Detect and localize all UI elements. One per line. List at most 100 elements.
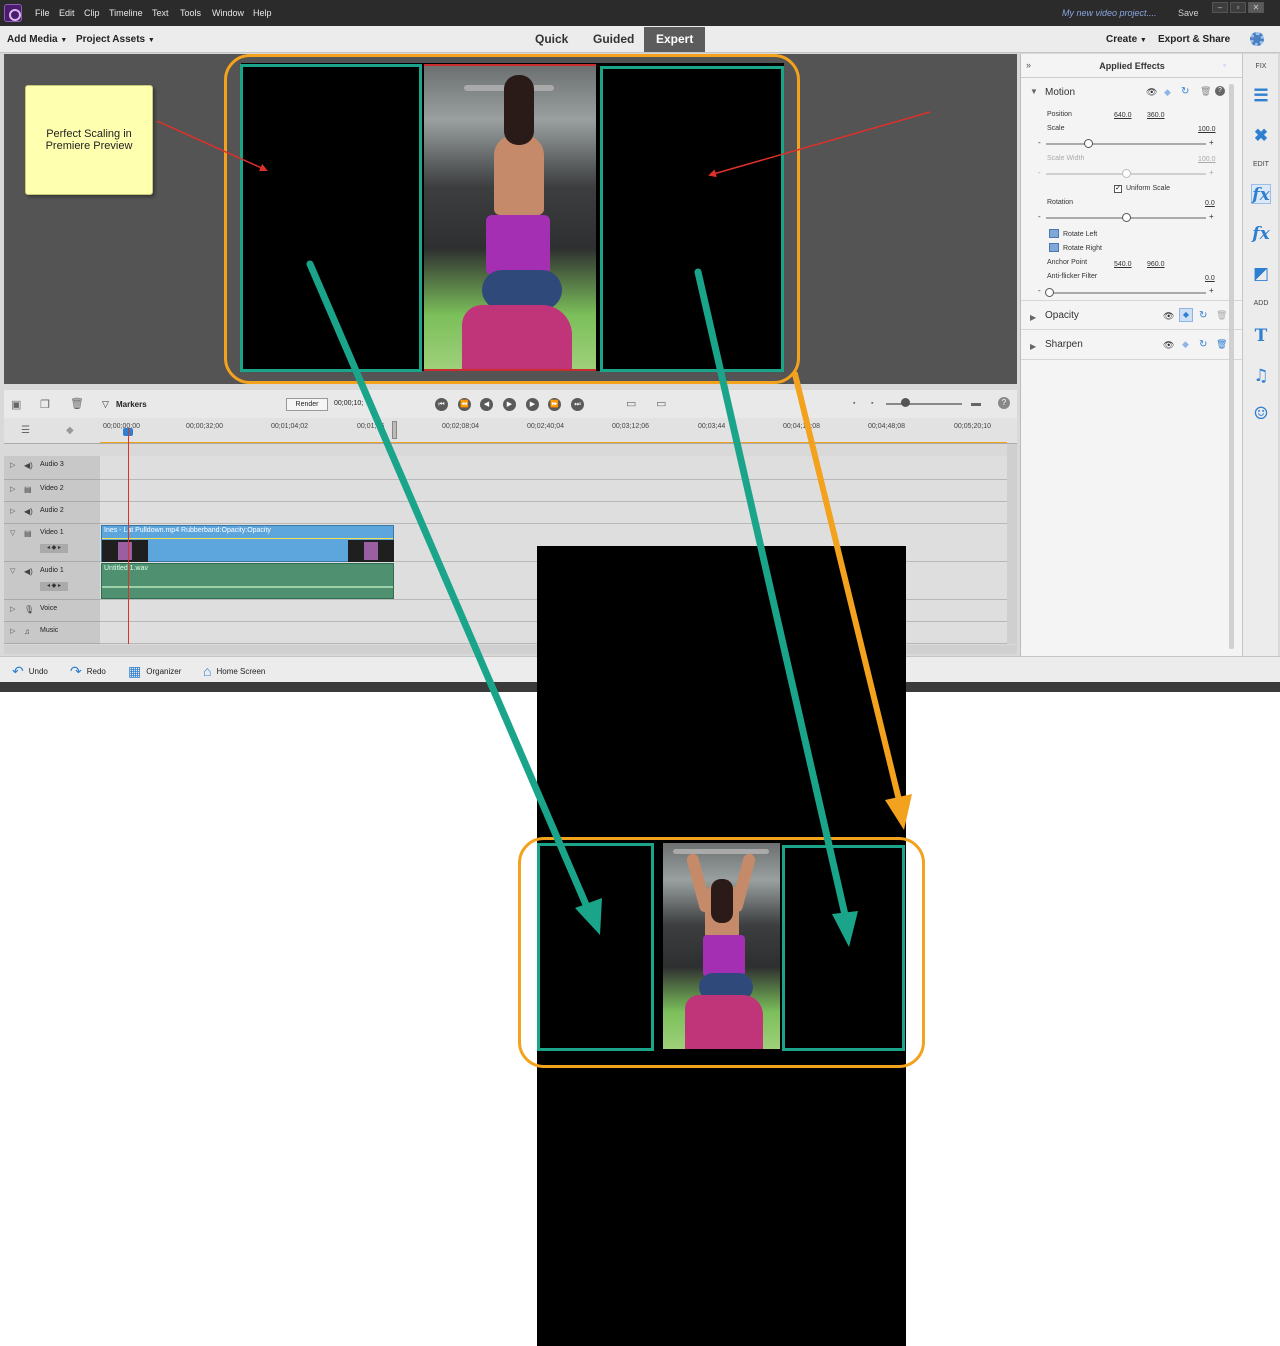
go-to-end-icon[interactable]: ⏭ (571, 398, 584, 411)
microphone-icon[interactable]: 🎙 (24, 605, 34, 614)
trash-icon[interactable]: 🗑 (1216, 310, 1227, 321)
keyframe-icon[interactable]: ◆ (1179, 308, 1193, 322)
work-area-end-handle[interactable] (392, 421, 397, 439)
expand-icon[interactable]: ▷ (10, 605, 15, 613)
film-icon[interactable]: ▤ (24, 529, 32, 538)
track-lane-video2[interactable] (100, 480, 1007, 502)
speaker-icon[interactable]: ◀) (24, 567, 33, 576)
sharpen-effect-row[interactable]: ▶ Sharpen 👁 ◆ ↻ 🗑 (1021, 330, 1243, 360)
menu-text[interactable]: Text (152, 8, 169, 18)
rotate-right-icon[interactable] (1049, 243, 1059, 252)
monitor-display-icon[interactable]: ▭ (626, 397, 636, 410)
expand-icon[interactable]: ▽ (10, 567, 15, 575)
next-edit-icon[interactable]: ⏩ (548, 398, 561, 411)
expand-icon[interactable]: ▷ (10, 627, 15, 635)
rotation-slider-knob[interactable] (1122, 213, 1131, 222)
previous-edit-icon[interactable]: ⏪ (458, 398, 471, 411)
help-icon[interactable]: ? (1215, 86, 1225, 96)
visibility-eye-icon[interactable]: 👁 (1146, 87, 1157, 98)
step-forward-icon[interactable]: ▶ (526, 398, 539, 411)
audio-waveform-icon[interactable]: ◆ (66, 425, 74, 436)
trash-icon[interactable]: 🗑 (1200, 86, 1211, 97)
antiflicker-minus-icon[interactable]: - (1038, 286, 1041, 295)
create-button[interactable]: Create ▼ (1106, 34, 1147, 45)
antiflicker-value[interactable]: 0.0 (1205, 275, 1215, 282)
effects-icon[interactable]: fx (1251, 224, 1271, 244)
menu-clip[interactable]: Clip (84, 8, 100, 18)
home-screen-button[interactable]: ⌂ Home Screen (203, 663, 265, 679)
transitions-icon[interactable]: ◩ (1251, 264, 1271, 284)
film-icon[interactable]: ▤ (24, 485, 32, 494)
titles-text-icon[interactable]: T (1251, 326, 1271, 346)
speaker-icon[interactable]: ◀) (24, 507, 33, 516)
zoom-in-icon[interactable]: ▬ (971, 398, 981, 409)
track-settings-icon[interactable]: ☰ (21, 425, 30, 436)
tab-guided[interactable]: Guided (581, 27, 646, 52)
project-assets-button[interactable]: Project Assets ▼ (76, 34, 155, 45)
menu-file[interactable]: File (35, 8, 50, 18)
visibility-eye-icon[interactable]: 👁 (1163, 311, 1174, 322)
work-area-bar[interactable] (100, 442, 1007, 443)
track-header-audio3[interactable]: ▷ ◀) Audio 3 (4, 456, 100, 480)
tab-quick[interactable]: Quick (523, 27, 580, 52)
expand-icon[interactable]: ▷ (10, 461, 15, 469)
markers-icon[interactable]: ▽ (102, 399, 109, 410)
rotate-left-label[interactable]: Rotate Left (1063, 231, 1097, 238)
video-clip[interactable]: Ines - Lat Pulldown.mp4 Rubberband:Opaci… (101, 525, 394, 562)
copy-icon[interactable]: ❐ (40, 398, 50, 411)
applied-effects-icon[interactable]: fx (1251, 184, 1271, 205)
panel-scrollbar[interactable] (1229, 84, 1234, 649)
timeline-vertical-scrollbar[interactable] (1007, 444, 1017, 644)
redo-button[interactable]: ↷ Redo (70, 663, 106, 680)
tab-expert[interactable]: Expert (644, 27, 706, 52)
export-share-button[interactable]: Export & Share (1158, 34, 1230, 45)
reset-icon[interactable]: ↻ (1199, 310, 1207, 321)
antiflicker-slider[interactable] (1046, 292, 1206, 294)
render-button[interactable]: Render (286, 398, 328, 411)
adjust-sliders-icon[interactable]: ☰ (1251, 86, 1271, 106)
opacity-rubberband[interactable] (102, 538, 393, 539)
uniform-scale-checkbox[interactable]: ✓ (1114, 185, 1122, 193)
track-header-voice[interactable]: ▷ 🎙 Voice (4, 600, 100, 622)
zoom-slider-knob[interactable] (901, 398, 910, 407)
music-note-icon[interactable]: ♫ (24, 627, 30, 636)
expand-icon[interactable]: ▷ (10, 507, 15, 515)
opacity-effect-row[interactable]: ▶ Opacity 👁 ◆ ↻ 🗑 (1021, 300, 1243, 330)
track-header-audio1[interactable]: ▽ ◀) Audio 1 ◂ ◆ ▸ (4, 562, 100, 600)
add-media-button[interactable]: Add Media ▼ (7, 34, 67, 45)
rotation-value[interactable]: 0.0 (1205, 200, 1215, 207)
rotation-minus-icon[interactable]: - (1038, 212, 1041, 221)
menu-timeline[interactable]: Timeline (109, 8, 143, 18)
undo-button[interactable]: ↶ Undo (12, 663, 48, 680)
antiflicker-plus-icon[interactable]: + (1209, 286, 1214, 295)
tools-icon[interactable]: ✖ (1251, 126, 1271, 146)
keyframe-nav-icon[interactable]: ◂ ◆ ▸ (40, 582, 68, 591)
audio-clip[interactable]: Untitled 1.wav (101, 563, 394, 599)
step-back-icon[interactable]: ◀ (480, 398, 493, 411)
music-icon[interactable]: ♫ (1251, 366, 1271, 386)
menu-tools[interactable]: Tools (180, 8, 201, 18)
save-button[interactable]: Save (1178, 8, 1199, 18)
menu-help[interactable]: Help (253, 8, 272, 18)
zoom-out-icon[interactable]: ▪ (853, 400, 855, 407)
reset-icon[interactable]: ↻ (1199, 339, 1207, 350)
zoom-fit-icon[interactable]: ▪ (871, 400, 873, 407)
fullscreen-icon[interactable]: ▭ (656, 397, 666, 410)
zoom-slider[interactable] (886, 403, 962, 405)
position-y-value[interactable]: 360.0 (1147, 112, 1165, 119)
playhead-line[interactable] (128, 428, 129, 644)
expand-icon[interactable]: ▼ (1030, 87, 1038, 96)
keyframe-nav-icon[interactable]: ◂ ◆ ▸ (40, 544, 68, 553)
scale-minus-icon[interactable]: - (1038, 138, 1041, 147)
scale-value[interactable]: 100.0 (1198, 126, 1216, 133)
graphics-smiley-icon[interactable]: ☺ (1251, 404, 1271, 424)
rotation-plus-icon[interactable]: + (1209, 212, 1214, 221)
track-header-audio2[interactable]: ▷ ◀) Audio 2 (4, 502, 100, 524)
expand-icon[interactable]: ▶ (1030, 313, 1036, 322)
panel-options-icon[interactable]: ◦ (1223, 60, 1226, 70)
organizer-button[interactable]: ▦ Organizer (128, 663, 181, 680)
expand-icon[interactable]: ▷ (10, 485, 15, 493)
close-icon[interactable]: ✕ (1248, 2, 1264, 13)
rotate-right-label[interactable]: Rotate Right (1063, 245, 1102, 252)
timecode-display[interactable]: 00;00;10; (334, 400, 363, 407)
